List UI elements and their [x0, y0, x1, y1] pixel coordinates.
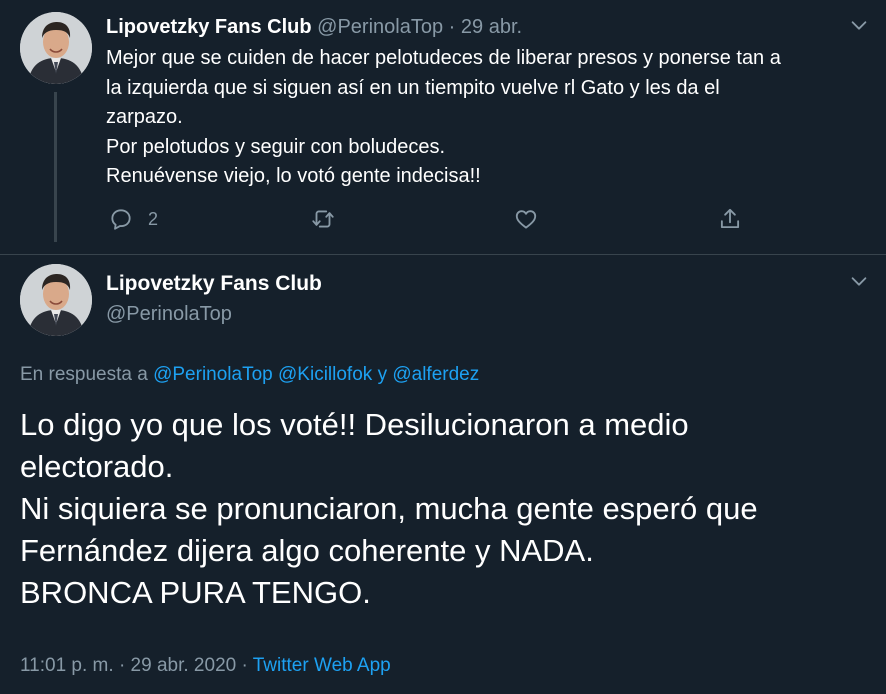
mention-link[interactable]: @alferdez: [392, 364, 479, 385]
replying-to: En respuesta a @PerinolaTop @Kicillofok …: [20, 362, 479, 388]
tweet-menu-button[interactable]: [848, 14, 870, 36]
tweet-header: Lipovetzky Fans Club @PerinolaTop · 29 a…: [106, 14, 522, 40]
tweet-text-line: Ni siquiera se pronunciaron, mucha gente…: [20, 491, 758, 526]
tweet-time[interactable]: 11:01 p. m.: [20, 655, 114, 676]
tweet-text-line: BRONCA PURA TENGO.: [20, 575, 371, 610]
reply-prefix: En respuesta a: [20, 364, 148, 385]
tweet-source[interactable]: Twitter Web App: [253, 655, 391, 676]
avatar[interactable]: [20, 12, 92, 84]
avatar-image: [20, 12, 92, 84]
reply-button[interactable]: 2: [108, 204, 158, 234]
chevron-down-icon: [851, 277, 867, 286]
retweet-icon: [312, 210, 334, 228]
mention-link[interactable]: @PerinolaTop: [153, 364, 273, 385]
display-name[interactable]: Lipovetzky Fans Club: [106, 270, 322, 298]
tweet-actions: 2: [106, 204, 766, 234]
avatar[interactable]: [20, 264, 92, 336]
meta-separator: ·: [118, 655, 126, 676]
reply-icon: [111, 209, 131, 230]
tweet-divider: [0, 254, 886, 255]
tweet-text-line: zarpazo.: [106, 106, 183, 128]
tweet-text: Mejor que se cuiden de hacer pelotudeces…: [106, 44, 876, 192]
share-button[interactable]: [717, 204, 743, 234]
reply-conjunction: y: [377, 364, 388, 385]
chevron-down-icon: [851, 21, 867, 30]
display-name[interactable]: Lipovetzky Fans Club: [106, 16, 312, 38]
tweet-metadata: 11:01 p. m. · 29 abr. 2020 · Twitter Web…: [20, 652, 391, 680]
tweet-text-line: Fernández dijera algo coherente y NADA.: [20, 533, 594, 568]
tweet-menu-button[interactable]: [848, 270, 870, 292]
like-icon: [515, 210, 537, 229]
handle[interactable]: @PerinolaTop: [106, 300, 232, 328]
reply-count: 2: [148, 208, 159, 229]
handle[interactable]: @PerinolaTop: [317, 16, 443, 38]
header-separator: ·: [448, 16, 456, 38]
tweet-text-line: electorado.: [20, 449, 174, 484]
tweet-text: Lo digo yo que los voté!! Desilucionaron…: [20, 404, 880, 614]
tweet-thread-page: Lipovetzky Fans Club @PerinolaTop · 29 a…: [0, 0, 886, 694]
meta-separator: ·: [241, 655, 248, 676]
like-button[interactable]: [513, 204, 539, 234]
retweet-button[interactable]: [310, 204, 336, 234]
tweet-text-line: Renuévense viejo, lo votó gente indecisa…: [106, 165, 481, 187]
tweet-text-line: Por pelotudos y seguir con boludeces.: [106, 135, 446, 158]
share-icon: [720, 208, 740, 229]
thread-connector-line: [54, 92, 57, 242]
tweet-text-line: Mejor que se cuiden de hacer pelotudeces…: [106, 47, 781, 69]
tweet-full-date[interactable]: 29 abr. 2020: [131, 655, 237, 676]
avatar-image: [20, 264, 92, 336]
tweet-date[interactable]: 29 abr.: [461, 16, 522, 38]
mention-link[interactable]: @Kicillofok: [278, 364, 372, 385]
tweet-text-line: Lo digo yo que los voté!! Desilucionaron…: [20, 407, 689, 442]
tweet-text-line: la izquierda que si siguen así en un tie…: [106, 76, 720, 99]
